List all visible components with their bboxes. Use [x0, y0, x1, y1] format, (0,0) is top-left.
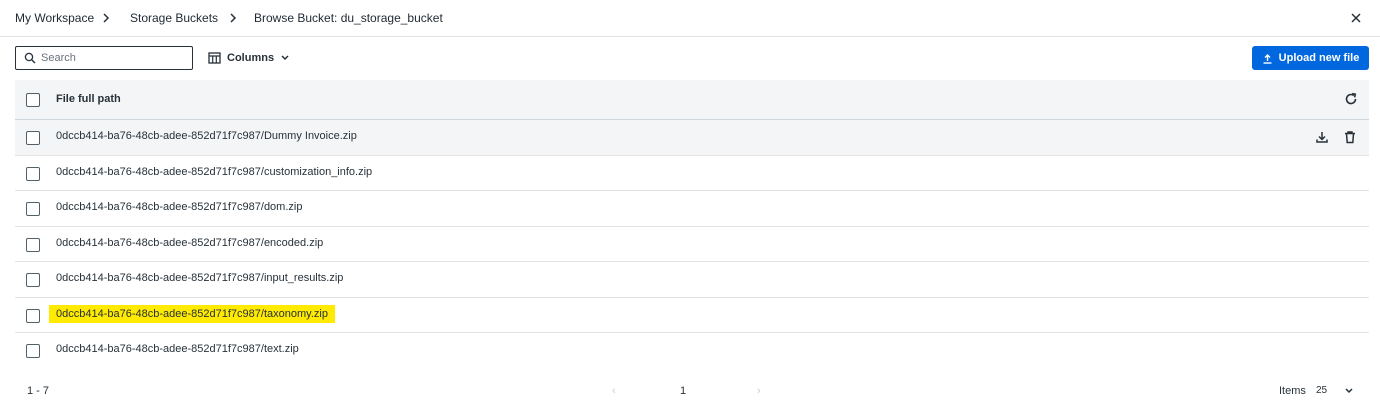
chevron-down-icon[interactable] — [1344, 387, 1354, 395]
pagination-range: 1 - 7 — [27, 385, 50, 397]
next-page-button[interactable]: › — [757, 385, 761, 397]
items-per-page-select[interactable]: 25 — [1316, 385, 1327, 396]
table-row[interactable]: 0dccb414-ba76-48cb-adee-852d71f7c987/cus… — [15, 156, 1369, 191]
table-row[interactable]: 0dccb414-ba76-48cb-adee-852d71f7c987/tax… — [15, 298, 1369, 333]
table-row[interactable]: 0dccb414-ba76-48cb-adee-852d71f7c987/dom… — [15, 191, 1369, 227]
files-table: File full path 0dccb414-ba76-48cb-adee-8… — [15, 80, 1369, 369]
table-row[interactable]: 0dccb414-ba76-48cb-adee-852d71f7c987/enc… — [15, 227, 1369, 262]
file-path-cell: 0dccb414-ba76-48cb-adee-852d71f7c987/enc… — [56, 236, 324, 249]
row-checkbox[interactable] — [26, 273, 40, 287]
row-checkbox[interactable] — [26, 308, 40, 323]
file-path-cell: 0dccb414-ba76-48cb-adee-852d71f7c987/inp… — [56, 272, 344, 284]
columns-button[interactable]: Columns — [208, 48, 290, 68]
file-path-cell: 0dccb414-ba76-48cb-adee-852d71f7c987/tex… — [56, 343, 299, 355]
search-icon — [24, 52, 36, 64]
row-checkbox[interactable] — [26, 237, 40, 252]
row-actions — [1315, 130, 1357, 147]
search-box — [15, 46, 193, 70]
file-path-cell-highlighted: 0dccb414-ba76-48cb-adee-852d71f7c987/tax… — [49, 304, 335, 323]
file-path-cell: 0dccb414-ba76-48cb-adee-852d71f7c987/Dum… — [56, 130, 357, 142]
page-number[interactable]: 1 — [680, 385, 686, 397]
search-input[interactable] — [41, 50, 186, 66]
row-checkbox[interactable] — [26, 131, 40, 145]
chevron-right-icon — [230, 13, 237, 23]
delete-icon[interactable] — [1343, 130, 1357, 147]
table-header: File full path — [15, 80, 1369, 120]
select-all-checkbox[interactable] — [26, 93, 40, 107]
file-path-cell: 0dccb414-ba76-48cb-adee-852d71f7c987/dom… — [56, 201, 303, 213]
row-checkbox[interactable] — [26, 202, 40, 216]
refresh-icon[interactable] — [1344, 92, 1358, 106]
table-row[interactable]: 0dccb414-ba76-48cb-adee-852d71f7c987/inp… — [15, 262, 1369, 298]
columns-icon — [208, 52, 221, 64]
table-row[interactable]: 0dccb414-ba76-48cb-adee-852d71f7c987/tex… — [15, 333, 1369, 369]
chevron-down-icon — [281, 55, 289, 61]
upload-new-file-button[interactable]: Upload new file — [1252, 46, 1369, 70]
file-path-cell: 0dccb414-ba76-48cb-adee-852d71f7c987/cus… — [56, 165, 373, 178]
row-checkbox[interactable] — [26, 166, 40, 181]
chevron-right-icon — [103, 13, 110, 23]
previous-page-button[interactable]: ‹ — [612, 385, 616, 397]
breadcrumb-current-bucket: Browse Bucket: du_storage_bucket — [254, 11, 443, 25]
close-icon[interactable] — [1348, 10, 1364, 26]
breadcrumb-my-workspace[interactable]: My Workspace — [15, 11, 94, 25]
breadcrumb-storage-buckets[interactable]: Storage Buckets — [130, 11, 218, 25]
upload-icon — [1263, 53, 1272, 64]
download-icon[interactable] — [1315, 130, 1329, 147]
row-checkbox[interactable] — [26, 344, 40, 358]
table-row[interactable]: 0dccb414-ba76-48cb-adee-852d71f7c987/Dum… — [15, 120, 1369, 156]
header-bar: My Workspace Storage Buckets Browse Buck… — [0, 0, 1380, 37]
items-per-page-label: Items — [1279, 385, 1306, 397]
upload-label: Upload new file — [1278, 52, 1360, 64]
columns-label: Columns — [227, 52, 275, 64]
column-header-file-path[interactable]: File full path — [56, 93, 121, 105]
